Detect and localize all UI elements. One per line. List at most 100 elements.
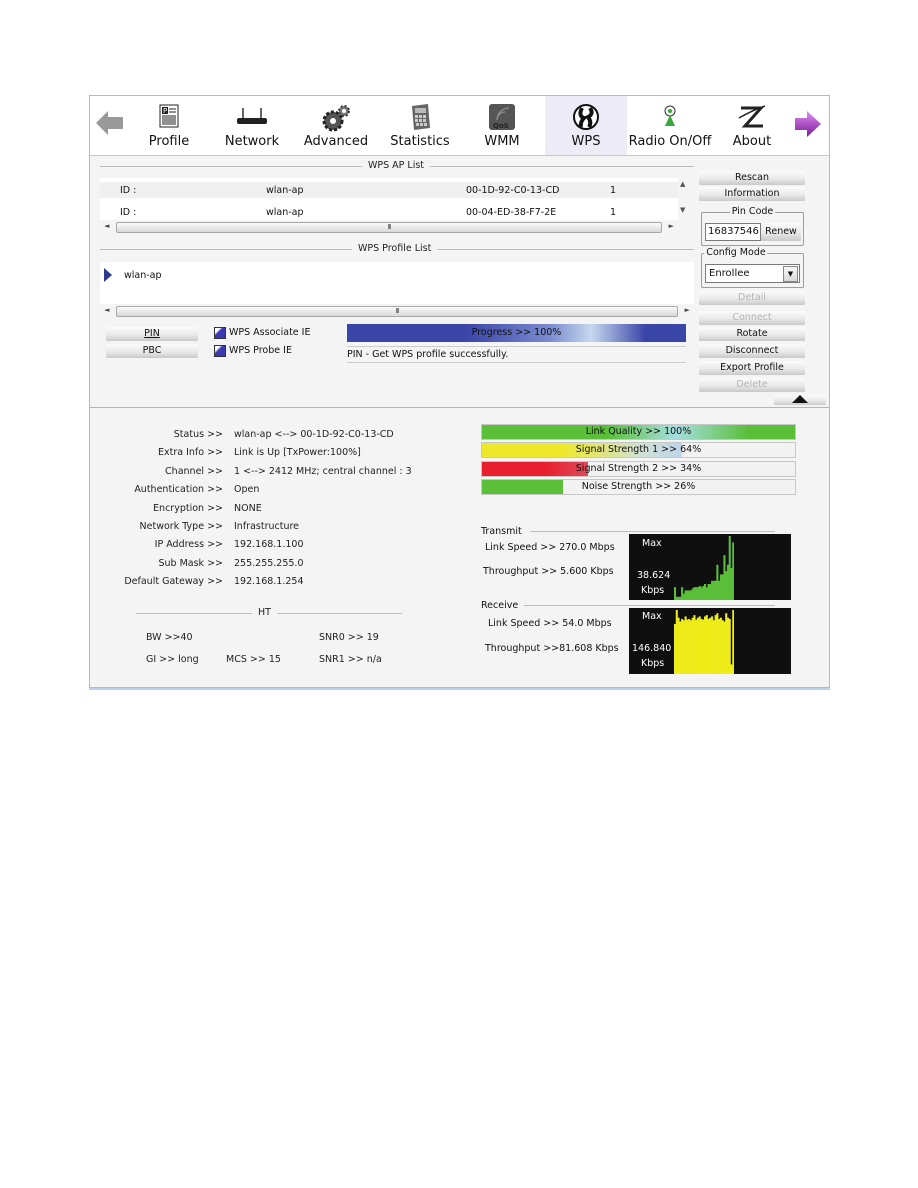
receive-graph-bar: [675, 610, 678, 674]
receive-graph-bar: [730, 664, 733, 674]
profile-list-item[interactable]: wlan-ap: [100, 267, 694, 283]
ap-bssid: 00-1D-92-C0-13-CD: [466, 185, 560, 196]
delete-label: Delete: [736, 379, 768, 390]
status-row-value: 192.168.1.254: [234, 576, 304, 588]
status-row-value: 192.168.1.100: [234, 539, 304, 551]
rescan-label: Rescan: [734, 172, 770, 183]
tab-statistics[interactable]: Statistics: [387, 96, 453, 155]
profile-list-scroll-thumb[interactable]: III: [116, 306, 678, 317]
wps-associate-ie-label: WPS Associate IE: [229, 327, 311, 338]
disconnect-label: Disconnect: [725, 345, 779, 356]
receive-graph-bar: [716, 613, 719, 674]
transmit-graph-bar: [686, 590, 689, 600]
tab-wps[interactable]: WPS: [545, 96, 627, 155]
tab-network[interactable]: Network: [220, 96, 284, 155]
tab-profile[interactable]: P Profile: [139, 96, 199, 155]
ap-list-vscroll[interactable]: ▲ ▼: [678, 180, 690, 218]
transmit-graph-bar: [677, 596, 680, 600]
config-mode-select[interactable]: Enrollee ▼: [705, 264, 800, 283]
tab-radio-onoff[interactable]: Radio On/Off: [627, 96, 713, 155]
wps-probe-ie-checkbox[interactable]: [214, 345, 226, 357]
receive-graph-bar: [695, 619, 698, 674]
receive-graph-bar: [702, 619, 705, 674]
ap-list-hscroll[interactable]: ◄ III ►: [100, 221, 678, 233]
disconnect-button[interactable]: Disconnect: [699, 344, 805, 358]
status-row-value: Open: [234, 484, 260, 496]
transmit-graph: Max 38.624 Kbps: [629, 534, 791, 600]
receive-graph: Max 146.840 Kbps: [629, 608, 791, 674]
profile-document-icon: P: [159, 104, 179, 128]
tab-wmm[interactable]: QoS WMM: [472, 96, 532, 155]
receive-link-speed: Link Speed >> 54.0 Mbps: [488, 618, 612, 629]
transmit-divider: [530, 531, 775, 532]
signal-strength-1-meter: Signal Strength 1 >> 64%: [481, 442, 796, 459]
tab-profile-label: Profile: [148, 134, 190, 149]
transmit-graph-bar: [718, 580, 721, 600]
chevron-down-icon[interactable]: ▼: [783, 266, 798, 282]
qos-icon: QoS: [489, 104, 515, 130]
scroll-grip: III: [387, 223, 391, 231]
receive-graph-bar: [721, 620, 724, 674]
transmit-graph-bar: [704, 584, 707, 600]
ap-list-row[interactable]: ID : wlan-ap 00-04-ED-38-F7-2E 1: [100, 204, 678, 220]
transmit-graph-bar: [681, 587, 684, 600]
pbc-button-label: PBC: [142, 345, 162, 356]
receive-graph-max: Max: [642, 611, 662, 622]
wps-progress-bar: Progress >> 100%: [347, 324, 686, 342]
tab-about[interactable]: About: [720, 96, 784, 155]
delete-button[interactable]: Delete: [699, 378, 805, 392]
ap-channel: 1: [610, 207, 617, 218]
ap-list-row[interactable]: ID : wlan-ap 00-1D-92-C0-13-CD 1: [100, 182, 678, 198]
tab-advanced[interactable]: Advanced: [302, 96, 370, 155]
receive-graph-bar: [674, 624, 677, 674]
profile-list-header: WPS Profile List: [100, 243, 694, 255]
receive-graph-bar: [718, 618, 721, 674]
back-button[interactable]: [96, 110, 124, 139]
config-mode-title: Config Mode: [704, 247, 768, 258]
receive-graph-bar: [712, 620, 715, 674]
calculator-icon: [412, 104, 430, 130]
scroll-up-icon[interactable]: ▲: [680, 180, 685, 188]
profile-list-hscroll[interactable]: ◄ III ►: [100, 305, 694, 317]
transmit-graph-max: Max: [642, 538, 662, 549]
connect-button[interactable]: Connect: [699, 311, 805, 325]
scroll-right-icon[interactable]: ►: [685, 306, 690, 314]
forward-button[interactable]: [794, 110, 822, 141]
status-row-label: Status >>: [173, 429, 223, 440]
pin-code-field[interactable]: 16837546: [705, 223, 761, 241]
rotate-button[interactable]: Rotate: [699, 327, 805, 341]
renew-button[interactable]: Renew: [761, 223, 801, 241]
profile-name: wlan-ap: [124, 270, 162, 281]
export-profile-button[interactable]: Export Profile: [699, 361, 805, 375]
profile-list-title: WPS Profile List: [352, 243, 438, 254]
scroll-grip: III: [395, 307, 399, 315]
collapse-button[interactable]: [774, 395, 826, 405]
transmit-graph-bar: [693, 587, 696, 600]
wps-associate-ie-checkbox[interactable]: [214, 327, 226, 339]
transmit-graph-bar: [705, 587, 708, 600]
tab-radio-onoff-label: Radio On/Off: [628, 134, 712, 149]
pin-button[interactable]: PIN: [106, 327, 198, 341]
ap-list-scroll-thumb[interactable]: III: [116, 222, 662, 233]
transmit-graph-bar: [732, 542, 734, 600]
scroll-down-icon[interactable]: ▼: [680, 206, 685, 214]
transmit-graph-bar: [716, 564, 719, 600]
transmit-graph-bar: [675, 596, 678, 600]
config-mode-value: Enrollee: [709, 268, 750, 279]
transmit-graph-bar: [674, 587, 677, 600]
about-logo-icon: [738, 105, 766, 128]
ht-header: HT: [136, 607, 402, 619]
transmit-graph-bar: [730, 568, 733, 600]
scroll-left-icon[interactable]: ◄: [104, 306, 109, 314]
tab-advanced-label: Advanced: [303, 134, 369, 149]
scroll-left-icon[interactable]: ◄: [104, 222, 109, 230]
pbc-button[interactable]: PBC: [106, 344, 198, 358]
receive-graph-unit: Kbps: [641, 658, 665, 669]
profile-list: wlan-ap: [100, 262, 694, 304]
router-icon: [237, 108, 267, 124]
information-button[interactable]: Information: [699, 187, 805, 201]
transmit-graph-bar: [728, 536, 731, 600]
rescan-button[interactable]: Rescan: [699, 171, 805, 185]
scroll-right-icon[interactable]: ►: [669, 222, 674, 230]
detail-button[interactable]: Detail: [699, 291, 805, 305]
